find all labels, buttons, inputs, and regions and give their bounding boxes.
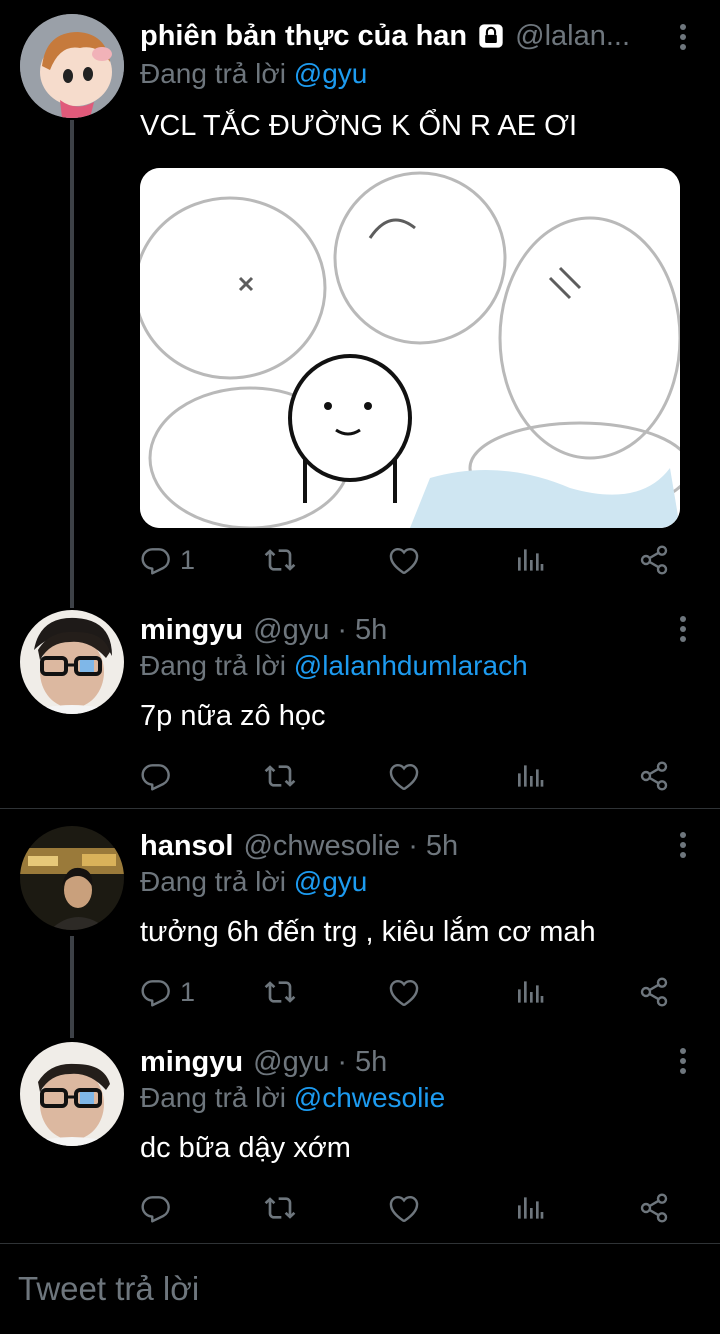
like-icon: [388, 544, 420, 576]
retweet-icon: [264, 760, 296, 792]
user-handle[interactable]: @lalan...: [515, 20, 630, 53]
analytics-icon: [514, 976, 546, 1008]
like-icon: [388, 976, 420, 1008]
retweet-icon: [264, 976, 296, 1008]
tweet[interactable]: hansol @chwesolie · 5h Đang trả lời @gyu…: [0, 826, 720, 1016]
tweet-actions: 1: [140, 540, 680, 580]
avatar[interactable]: [20, 610, 124, 714]
user-handle[interactable]: @gyu: [253, 614, 329, 647]
share-button[interactable]: [638, 756, 670, 796]
share-icon: [638, 976, 670, 1008]
like-button[interactable]: [388, 540, 420, 580]
display-name[interactable]: hansol: [140, 830, 233, 863]
replying-to-label: Đang trả lời: [140, 58, 286, 89]
reply-count: 1: [180, 976, 196, 1007]
more-icon[interactable]: [678, 24, 688, 54]
tweet-text: VCL TẮC ĐƯỜNG K ỔN R AE ƠI: [140, 110, 578, 142]
separator-dot: ·: [337, 1045, 347, 1078]
tweet[interactable]: mingyu @gyu · 5h Đang trả lời @chwesolie…: [0, 1042, 720, 1232]
tweet-actions: 1: [140, 972, 680, 1012]
tweet-actions: [140, 1188, 680, 1228]
reply-mention[interactable]: @gyu: [294, 58, 368, 89]
retweet-button[interactable]: [264, 972, 296, 1012]
like-button[interactable]: [388, 972, 420, 1012]
analytics-icon: [514, 760, 546, 792]
share-icon: [638, 1192, 670, 1224]
tweet-text: 7p nữa zô học: [140, 700, 326, 732]
replying-to: Đang trả lời @chwesolie: [140, 1082, 445, 1114]
user-handle[interactable]: @chwesolie: [243, 830, 400, 863]
tweet-time[interactable]: 5h: [355, 614, 387, 647]
replying-to-label: Đang trả lời: [140, 866, 286, 897]
retweet-button[interactable]: [264, 540, 296, 580]
reply-button[interactable]: [140, 756, 180, 796]
like-button[interactable]: [388, 756, 420, 796]
avatar[interactable]: [20, 1042, 124, 1146]
tweet-time[interactable]: 5h: [355, 1046, 387, 1079]
like-icon: [388, 1192, 420, 1224]
reply-mention[interactable]: @lalanhdumlarach: [294, 650, 528, 681]
reply-icon: [140, 976, 172, 1008]
separator-dot: ·: [408, 829, 418, 862]
replying-to-label: Đang trả lời: [140, 1082, 286, 1113]
analytics-button[interactable]: [514, 756, 546, 796]
retweet-button[interactable]: [264, 756, 296, 796]
analytics-button[interactable]: [514, 1188, 546, 1228]
share-icon: [638, 544, 670, 576]
replying-to-label: Đang trả lời: [140, 650, 286, 681]
share-button[interactable]: [638, 972, 670, 1012]
tweet-time[interactable]: 5h: [426, 830, 458, 863]
reply-icon: [140, 760, 172, 792]
analytics-icon: [514, 1192, 546, 1224]
analytics-button[interactable]: [514, 972, 546, 1012]
share-button[interactable]: [638, 540, 670, 580]
composer-placeholder[interactable]: Tweet trả lời: [18, 1270, 199, 1308]
more-icon[interactable]: [678, 1048, 688, 1078]
share-icon: [638, 760, 670, 792]
more-icon[interactable]: [678, 832, 688, 862]
divider: [0, 808, 720, 809]
tweet[interactable]: mingyu @gyu · 5h Đang trả lời @lalanhdum…: [0, 610, 720, 808]
display-name[interactable]: phiên bản thực của han: [140, 20, 467, 53]
reply-count: 1: [180, 544, 196, 575]
analytics-button[interactable]: [514, 540, 546, 580]
tweet-image[interactable]: [140, 168, 680, 528]
reply-icon: [140, 544, 172, 576]
tweet[interactable]: phiên bản thực của han @lalan... Đang tr…: [0, 0, 720, 600]
like-icon: [388, 760, 420, 792]
retweet-icon: [264, 544, 296, 576]
tweet-text: tưởng 6h đến trg , kiêu lắm cơ mah: [140, 916, 596, 948]
reply-button[interactable]: 1: [140, 540, 195, 580]
tweet-actions: [140, 756, 680, 796]
reply-mention[interactable]: @gyu: [294, 866, 368, 897]
lock-icon: [477, 22, 505, 50]
user-handle[interactable]: @gyu: [253, 1046, 329, 1079]
replying-to: Đang trả lời @gyu: [140, 58, 367, 90]
reply-button[interactable]: 1: [140, 972, 195, 1012]
display-name[interactable]: mingyu: [140, 1046, 243, 1079]
avatar[interactable]: [20, 14, 124, 118]
avatar[interactable]: [20, 826, 124, 930]
retweet-button[interactable]: [264, 1188, 296, 1228]
replying-to: Đang trả lời @gyu: [140, 866, 367, 898]
separator-dot: ·: [337, 613, 347, 646]
reply-mention[interactable]: @chwesolie: [294, 1082, 445, 1113]
reply-icon: [140, 1192, 172, 1224]
like-button[interactable]: [388, 1188, 420, 1228]
more-icon[interactable]: [678, 616, 688, 646]
reply-button[interactable]: [140, 1188, 180, 1228]
reply-composer[interactable]: Tweet trả lời: [0, 1243, 720, 1334]
display-name[interactable]: mingyu: [140, 614, 243, 647]
analytics-icon: [514, 544, 546, 576]
share-button[interactable]: [638, 1188, 670, 1228]
tweet-text: dc bữa dậy xớm: [140, 1132, 351, 1164]
retweet-icon: [264, 1192, 296, 1224]
replying-to: Đang trả lời @lalanhdumlarach: [140, 650, 528, 682]
